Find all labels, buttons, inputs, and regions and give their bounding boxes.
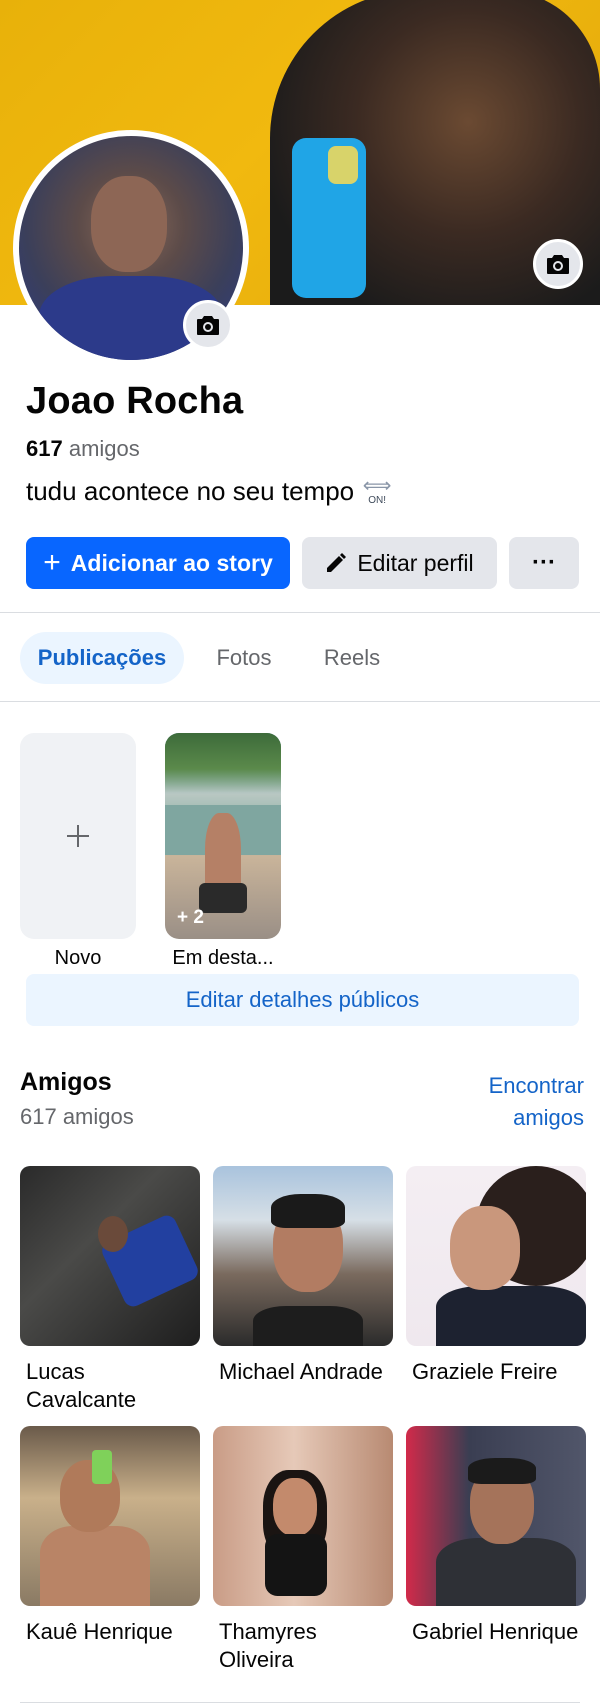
tab-fotos[interactable]: Fotos — [196, 632, 292, 684]
camera-icon — [547, 255, 569, 274]
profile-bio: tudu acontece no seu tempo ⟺ ON! — [26, 474, 394, 508]
friend-card[interactable]: Graziele Freire — [406, 1166, 586, 1386]
friend-photo — [406, 1166, 586, 1346]
friends-word: amigos — [68, 436, 140, 461]
find-friends-link[interactable]: Encontrar amigos — [489, 1070, 584, 1134]
tab-publicacoes[interactable]: Publicações — [20, 632, 184, 684]
on-arrow-emoji-icon: ⟺ ON! — [362, 475, 392, 506]
edit-profile-picture-button[interactable] — [183, 300, 233, 350]
friend-photo — [213, 1166, 393, 1346]
edit-profile-label: Editar perfil — [357, 549, 474, 576]
friend-card[interactable]: Lucas Cavalcante — [20, 1166, 200, 1414]
plus-icon — [67, 825, 89, 847]
friend-photo — [213, 1426, 393, 1606]
featured-highlight-label: Em desta... — [172, 947, 274, 969]
friends-count: 617 — [26, 436, 63, 461]
tab-label: Reels — [323, 645, 381, 670]
friends-section-title: Amigos — [20, 1068, 112, 1096]
add-to-story-button[interactable]: + Adicionar ao story — [26, 537, 290, 589]
tab-reels[interactable]: Reels — [304, 632, 400, 684]
camera-icon — [197, 316, 219, 335]
divider — [20, 1702, 580, 1703]
friend-card[interactable]: Michael Andrade — [213, 1166, 393, 1386]
plus-icon: + — [43, 546, 61, 579]
divider — [0, 612, 600, 613]
cover-phone — [292, 138, 366, 298]
featured-count: + 2 — [177, 907, 204, 928]
friend-card[interactable]: Kauê Henrique — [20, 1426, 200, 1646]
friend-name: Graziele Freire — [412, 1359, 558, 1384]
more-options-button[interactable]: ··· — [509, 537, 579, 589]
friend-name: Thamyres Oliveira — [219, 1619, 317, 1672]
new-highlight-label: Novo — [54, 947, 102, 969]
profile-name: Joao Rocha — [26, 380, 244, 422]
friend-photo — [406, 1426, 586, 1606]
friend-card[interactable]: Thamyres Oliveira — [213, 1426, 393, 1674]
edit-profile-button[interactable]: Editar perfil — [302, 537, 497, 589]
add-to-story-label: Adicionar ao story — [70, 549, 273, 576]
friend-name: Kauê Henrique — [26, 1619, 173, 1644]
tab-label: Publicações — [37, 645, 167, 670]
friends-section-count: 617 amigos — [20, 1104, 134, 1129]
pencil-icon — [327, 553, 347, 572]
friend-photo — [20, 1426, 200, 1606]
edit-public-details-label: Editar detalhes públicos — [185, 987, 420, 1012]
friend-name: Michael Andrade — [219, 1359, 383, 1384]
friend-name: Gabriel Henrique — [412, 1619, 579, 1644]
featured-highlight[interactable]: + 2 — [165, 733, 281, 939]
friend-photo — [20, 1166, 200, 1346]
more-icon: ··· — [532, 549, 556, 576]
friend-name: Lucas Cavalcante — [26, 1359, 137, 1412]
friend-card[interactable]: Gabriel Henrique — [406, 1426, 586, 1646]
edit-public-details-button[interactable]: Editar detalhes públicos — [26, 974, 579, 1026]
bio-text: tudu acontece no seu tempo — [26, 475, 355, 506]
tab-label: Fotos — [216, 645, 272, 670]
new-highlight-button[interactable] — [20, 733, 136, 939]
edit-cover-button[interactable] — [533, 239, 583, 289]
friends-count-line[interactable]: 617 amigos — [26, 436, 140, 462]
divider — [0, 701, 600, 702]
